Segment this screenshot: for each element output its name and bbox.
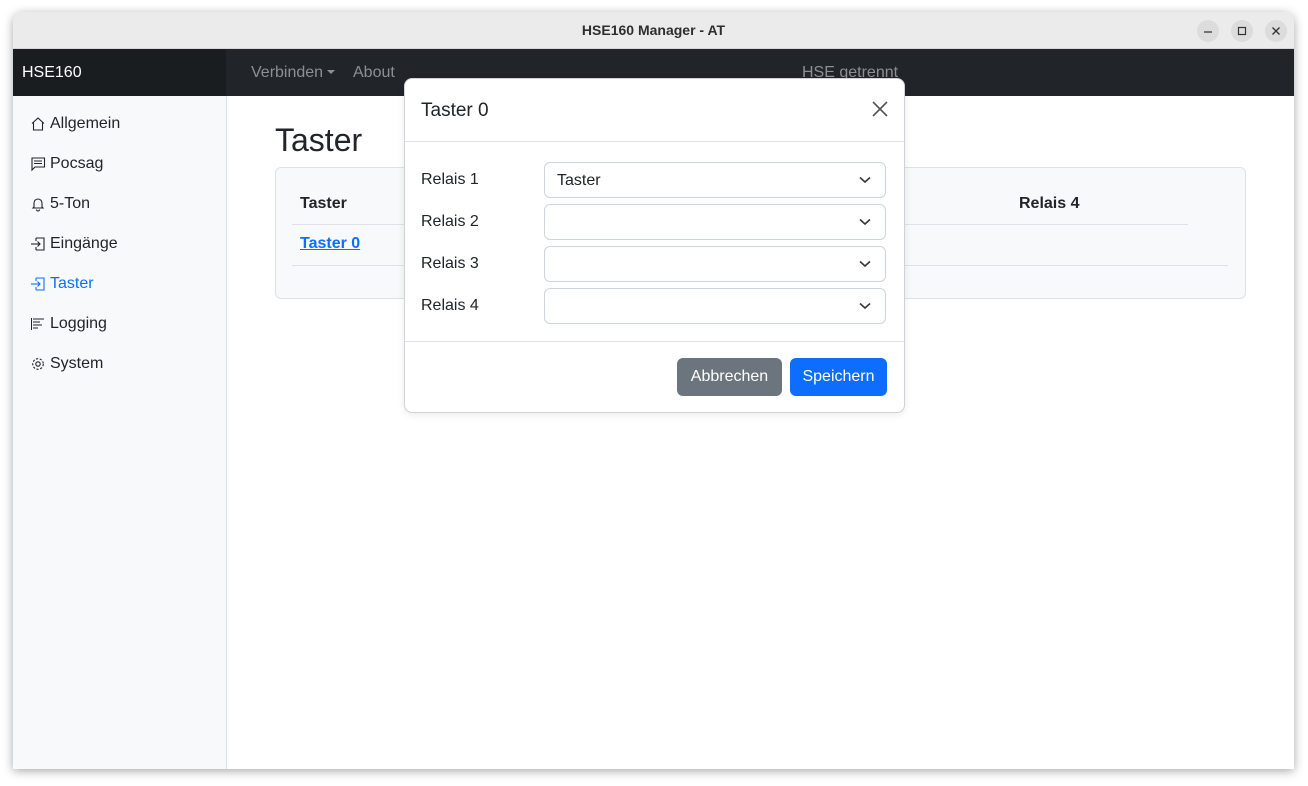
- maximize-icon: [1237, 26, 1247, 36]
- sidebar-item-label: Logging: [50, 315, 107, 332]
- sidebar: Allgemein Pocsag 5-Ton Eingänge Taster L…: [13, 96, 227, 769]
- box-arrow-in-icon: [31, 277, 45, 291]
- page-title: Taster: [275, 122, 363, 158]
- window-title: HSE160 Manager - AT: [581, 22, 726, 38]
- dialog-footer: Abbrechen Speichern: [405, 341, 904, 413]
- relais-4-label: Relais 4: [421, 297, 479, 314]
- sidebar-item-label: Pocsag: [50, 155, 104, 172]
- sidebar-item-system[interactable]: System: [30, 355, 103, 373]
- about-link[interactable]: About: [353, 64, 395, 82]
- brand[interactable]: HSE160: [13, 49, 226, 96]
- minimize-button[interactable]: [1197, 20, 1219, 42]
- minimize-icon: [1204, 31, 1212, 33]
- list-bars-icon: [31, 318, 44, 330]
- save-button[interactable]: Speichern: [790, 358, 887, 396]
- house-icon: [31, 117, 45, 131]
- message-icon: [31, 157, 46, 172]
- sidebar-item-5-ton[interactable]: 5-Ton: [30, 195, 90, 213]
- sidebar-item-taster[interactable]: Taster: [30, 275, 94, 293]
- close-icon: [1272, 27, 1280, 35]
- table-header-relais-4: Relais 4: [1019, 195, 1080, 212]
- gear-icon: [32, 358, 44, 370]
- relais-1-value: Taster: [557, 172, 601, 189]
- chevron-down-icon: [859, 302, 871, 310]
- relais-4-select[interactable]: [544, 288, 886, 324]
- dialog-header: Taster 0: [405, 79, 904, 142]
- sidebar-item-allgemein[interactable]: Allgemein: [30, 115, 120, 133]
- connect-dropdown[interactable]: Verbinden: [251, 64, 336, 82]
- box-arrow-in-icon: [31, 237, 45, 251]
- bell-icon: [31, 198, 45, 212]
- relais-2-select[interactable]: [544, 204, 886, 240]
- sidebar-item-label: 5-Ton: [50, 195, 91, 212]
- chevron-down-icon: [859, 176, 871, 184]
- taster-link[interactable]: Taster 0: [300, 235, 360, 253]
- close-window-button[interactable]: [1265, 20, 1287, 42]
- sidebar-item-label: System: [50, 355, 104, 372]
- dialog-title: Taster 0: [421, 100, 489, 121]
- sidebar-item-label: Eingänge: [50, 235, 118, 252]
- connect-label: Verbinden: [251, 64, 324, 81]
- sidebar-item-eingaenge[interactable]: Eingänge: [30, 235, 118, 253]
- maximize-button[interactable]: [1231, 20, 1253, 42]
- sidebar-item-pocsag[interactable]: Pocsag: [30, 155, 103, 173]
- relais-3-label: Relais 3: [421, 255, 479, 272]
- title-bar: HSE160 Manager - AT: [13, 12, 1294, 49]
- chevron-down-icon: [859, 260, 871, 268]
- relais-2-label: Relais 2: [421, 213, 479, 230]
- taster-dialog: Taster 0 Relais 1 Taster Relais 2 Relais…: [404, 78, 905, 413]
- table-header-taster: Taster: [300, 195, 347, 212]
- close-icon[interactable]: [870, 99, 890, 119]
- chevron-down-icon: [859, 218, 871, 226]
- sidebar-item-logging[interactable]: Logging: [30, 315, 107, 333]
- relais-1-select[interactable]: Taster: [544, 162, 886, 198]
- sidebar-item-label: Taster: [50, 275, 94, 292]
- cancel-button[interactable]: Abbrechen: [677, 358, 782, 396]
- relais-3-select[interactable]: [544, 246, 886, 282]
- caret-down-icon: [327, 70, 336, 74]
- sidebar-item-label: Allgemein: [50, 115, 121, 132]
- relais-1-label: Relais 1: [421, 171, 479, 188]
